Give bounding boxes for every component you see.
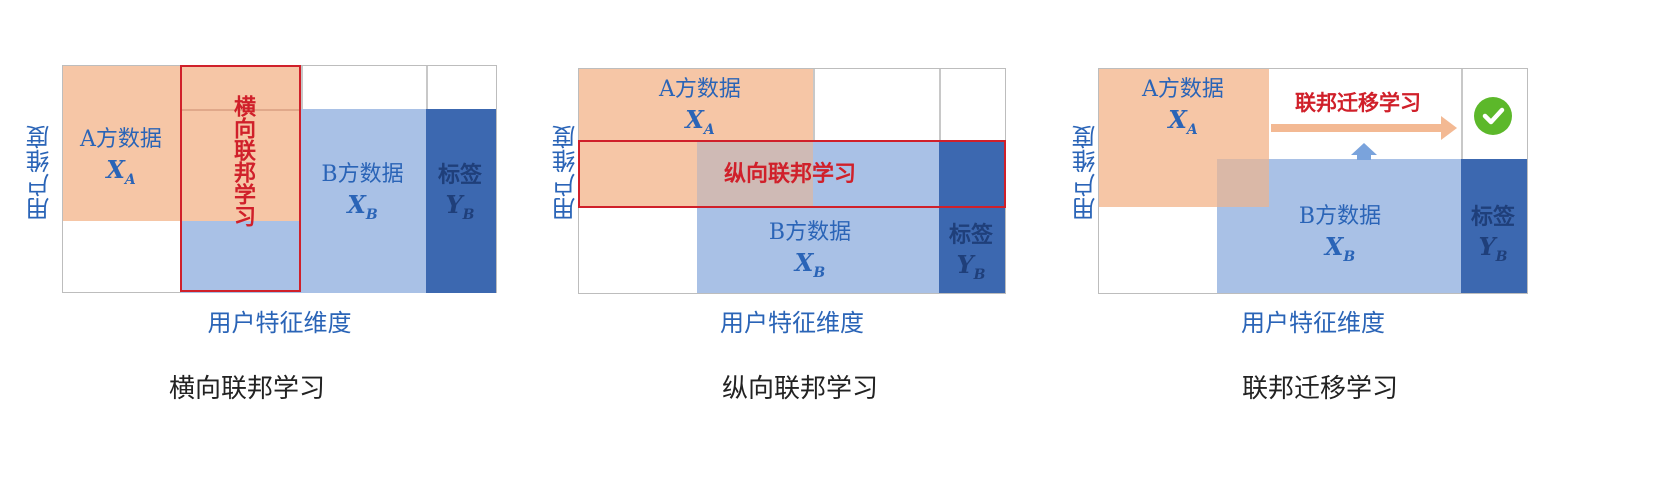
party-b-label: B方数据 XB bbox=[321, 162, 404, 223]
check-icon bbox=[1474, 97, 1512, 135]
x-axis-label: 用户特征维度 bbox=[1241, 309, 1385, 337]
label-text: 标签 YB bbox=[948, 222, 993, 283]
highlight-label: 联邦迁移学习 bbox=[1295, 91, 1421, 115]
party-a-label: A方数据 XA bbox=[1142, 77, 1224, 138]
panel-caption: 联邦迁移学习 bbox=[1241, 374, 1398, 404]
party-b-label: B方数据 XB bbox=[768, 220, 852, 281]
y-axis-label: 用户维度 bbox=[26, 125, 54, 221]
label-text: 标签 YB bbox=[1470, 204, 1515, 265]
party-a-label: A方数据 XA bbox=[80, 127, 162, 188]
up-arrow bbox=[1351, 143, 1377, 155]
highlight-label: 横向联邦学习 bbox=[230, 95, 255, 227]
panel-horizontal: 用户维度 A方数据 XA B方数据 XB 标签 YB 横向联邦学习 用户特征维度… bbox=[0, 0, 560, 484]
party-a-label: A方数据 XA bbox=[659, 77, 741, 138]
x-axis-label: 用户特征维度 bbox=[720, 309, 864, 337]
panel-caption: 横向联邦学习 bbox=[168, 374, 325, 404]
panel-caption: 纵向联邦学习 bbox=[721, 374, 878, 404]
x-axis-label: 用户特征维度 bbox=[207, 309, 352, 337]
label-text: 标签 YB bbox=[437, 162, 482, 223]
overlap-region bbox=[1217, 159, 1269, 207]
party-b-label: B方数据 XB bbox=[1298, 204, 1382, 265]
highlight-label: 纵向联邦学习 bbox=[723, 162, 856, 187]
panel-transfer: 用户维度 A方数据 XA 联邦迁移学习 B方数据 XB 标签 YB 用户特征维度… bbox=[1060, 0, 1654, 484]
panel-vertical: 用户维度 A方数据 XA B方数据 XB 标签 YB 纵向联邦学习 用户特征维度… bbox=[540, 0, 1100, 484]
transfer-arrow bbox=[1271, 124, 1443, 132]
